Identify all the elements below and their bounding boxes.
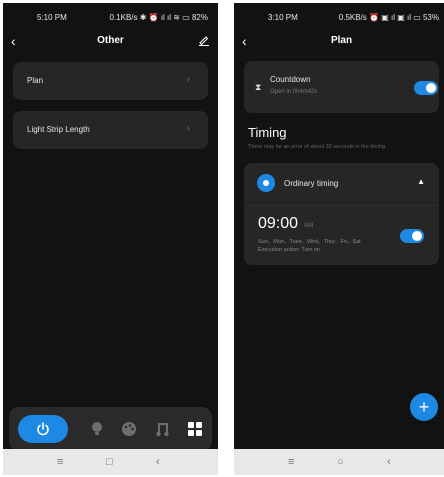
status-time: 5:10 PM xyxy=(37,13,67,22)
palette-icon[interactable] xyxy=(120,420,138,438)
status-bar: 3:10 PM 0.5KB/s ⏰ ▣ ıl ▣ ıl ▭ 53% xyxy=(234,3,444,31)
menu-icon[interactable]: ≡ xyxy=(57,456,63,468)
timing-ampm: AM xyxy=(304,223,313,229)
status-bar: 5:10 PM 0.1KB/s ✱ ⏰ ıl ıl ≋ ▭ 82% xyxy=(3,3,218,31)
status-time: 3:10 PM xyxy=(268,13,298,22)
light-strip-length-row-label: Light Strip Length xyxy=(27,125,90,134)
bottom-nav xyxy=(9,407,212,451)
power-icon xyxy=(37,422,49,436)
chevron-right-icon: › xyxy=(186,74,190,85)
chevron-up-icon[interactable]: ▲ xyxy=(417,177,425,186)
plan-screen: 3:10 PM 0.5KB/s ⏰ ▣ ıl ▣ ıl ▭ 53% ‹ Plan… xyxy=(234,3,444,475)
plan-row[interactable]: Plan › xyxy=(13,62,208,100)
light-strip-length-row[interactable]: Light Strip Length › xyxy=(13,111,208,149)
bulb-icon[interactable] xyxy=(88,420,106,438)
ordinary-timing-label: Ordinary timing xyxy=(284,179,339,188)
system-nav-bar: ≡ ○ ‹ xyxy=(234,449,444,475)
timing-time: 09:00 xyxy=(258,215,299,232)
countdown-title: Countdown xyxy=(270,75,311,84)
timing-action: Execution action: Turn on xyxy=(258,247,321,253)
header: ‹ Other xyxy=(3,31,218,53)
music-icon[interactable] xyxy=(154,420,172,438)
page-title: Other xyxy=(97,35,124,46)
timing-days: Sun、Mon、Tues、Wed、Thur、Fri、Sat xyxy=(258,239,361,245)
timing-subtitle: There may be an error of about 30 second… xyxy=(248,144,385,150)
edit-pencil-icon[interactable] xyxy=(198,34,210,46)
countdown-card[interactable]: ⧗ Countdown Open in 0h4m42s xyxy=(244,61,439,113)
grid-icon[interactable] xyxy=(186,420,204,438)
add-timing-button[interactable]: + xyxy=(410,393,438,421)
status-info: 0.5KB/s ⏰ ▣ ıl ▣ ıl ▭ 53% xyxy=(338,13,439,22)
system-nav-bar: ≡ □ ‹ xyxy=(3,449,218,475)
header: ‹ Plan xyxy=(234,31,444,53)
back-icon[interactable]: ‹ xyxy=(156,456,160,468)
chevron-right-icon: › xyxy=(186,123,190,134)
timing-title: Timing xyxy=(248,125,287,140)
other-screen: 5:10 PM 0.1KB/s ✱ ⏰ ıl ıl ≋ ▭ 82% ‹ Othe… xyxy=(3,3,218,475)
home-icon[interactable]: ○ xyxy=(337,456,344,468)
power-button[interactable] xyxy=(18,415,68,443)
countdown-subtitle: Open in 0h4m42s xyxy=(270,89,318,95)
plan-row-label: Plan xyxy=(27,76,44,85)
home-icon[interactable]: □ xyxy=(106,456,113,468)
countdown-toggle[interactable] xyxy=(414,81,438,95)
timing-card: Ordinary timing ▲ 09:00 AM Sun、Mon、Tues、… xyxy=(244,163,439,265)
menu-icon[interactable]: ≡ xyxy=(288,456,294,468)
hourglass-icon: ⧗ xyxy=(255,82,262,92)
timing-toggle[interactable] xyxy=(400,229,424,243)
status-info: 0.1KB/s ✱ ⏰ ıl ıl ≋ ▭ 82% xyxy=(109,13,208,22)
clock-icon xyxy=(257,174,275,192)
ordinary-timing-header[interactable]: Ordinary timing ▲ xyxy=(244,163,439,203)
page-title: Plan xyxy=(330,35,353,46)
back-icon[interactable]: ‹ xyxy=(387,456,391,468)
